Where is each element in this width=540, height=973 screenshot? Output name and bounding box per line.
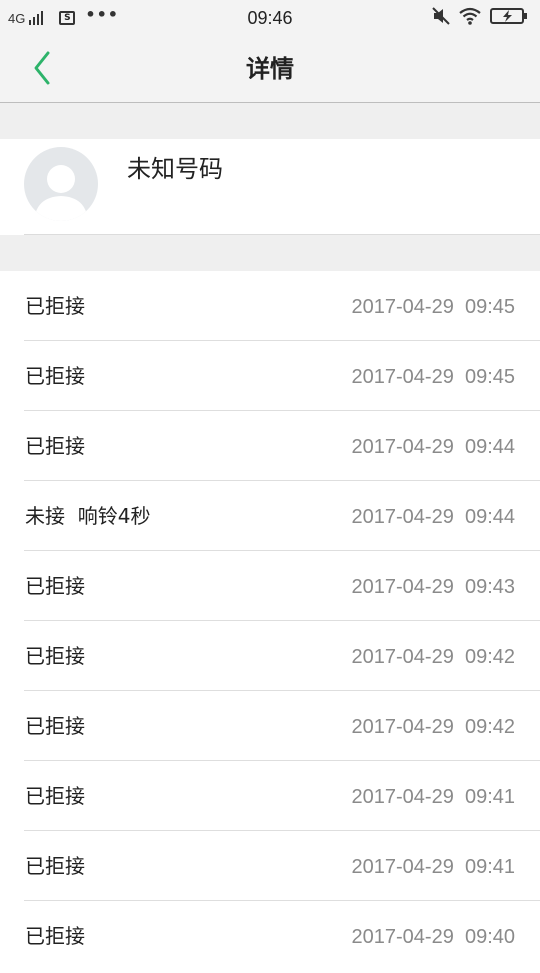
call-status: 已拒接 <box>25 714 85 738</box>
status-left-group: 4G S ••• <box>8 0 119 36</box>
contact-card: 未知号码 <box>0 139 540 235</box>
back-button[interactable] <box>22 48 62 88</box>
call-log-row[interactable]: 已拒接 2017-04-29 09:45 <box>0 271 540 341</box>
section-gap <box>0 103 540 139</box>
call-status: 已拒接 <box>25 784 85 808</box>
call-datetime: 2017-04-29 09:41 <box>351 856 515 878</box>
app-header: 详情 <box>0 36 540 103</box>
page-title: 详情 <box>246 55 294 83</box>
chevron-left-icon <box>34 51 50 85</box>
wifi-icon <box>458 7 482 29</box>
call-log-row[interactable]: 已拒接 2017-04-29 09:42 <box>0 621 540 691</box>
call-log-row[interactable]: 已拒接 2017-04-29 09:44 <box>0 411 540 481</box>
call-log-row[interactable]: 已拒接 2017-04-29 09:41 <box>0 831 540 901</box>
call-status: 已拒接 <box>25 644 85 668</box>
call-log-row[interactable]: 已拒接 2017-04-29 09:40 <box>0 901 540 971</box>
avatar <box>24 147 98 221</box>
signal-strength-icon <box>29 11 44 25</box>
call-status: 已拒接 <box>25 574 85 598</box>
call-log-row[interactable]: 已拒接 2017-04-29 09:42 <box>0 691 540 761</box>
call-datetime: 2017-04-29 09:42 <box>351 646 515 668</box>
call-log-row[interactable]: 未接 响铃4秒 2017-04-29 09:44 <box>0 481 540 551</box>
call-datetime: 2017-04-29 09:41 <box>351 786 515 808</box>
call-datetime: 2017-04-29 09:44 <box>351 436 515 458</box>
mute-icon <box>432 7 450 29</box>
status-right-group <box>432 0 528 36</box>
call-log-row[interactable]: 已拒接 2017-04-29 09:41 <box>0 761 540 831</box>
call-datetime: 2017-04-29 09:45 <box>351 296 515 318</box>
call-datetime: 2017-04-29 09:43 <box>351 576 515 598</box>
call-datetime: 2017-04-29 09:40 <box>351 926 515 948</box>
more-notifications-icon: ••• <box>85 5 120 24</box>
call-status: 已拒接 <box>25 294 85 318</box>
call-status: 未接 响铃4秒 <box>25 504 151 528</box>
call-datetime: 2017-04-29 09:45 <box>351 366 515 388</box>
network-type: 4G <box>8 10 26 26</box>
call-log-list: 已拒接 2017-04-29 09:45 已拒接 2017-04-29 09:4… <box>0 271 540 971</box>
call-datetime: 2017-04-29 09:42 <box>351 716 515 738</box>
contact-name: 未知号码 <box>127 155 223 183</box>
call-status: 已拒接 <box>25 924 85 948</box>
sim-card-icon: S <box>59 11 76 25</box>
section-gap <box>0 235 540 271</box>
call-status: 已拒接 <box>25 364 85 388</box>
call-log-row[interactable]: 已拒接 2017-04-29 09:43 <box>0 551 540 621</box>
call-status: 已拒接 <box>25 854 85 878</box>
person-icon <box>34 165 88 221</box>
call-status: 已拒接 <box>25 434 85 458</box>
battery-charging-icon <box>490 7 528 29</box>
call-datetime: 2017-04-29 09:44 <box>351 506 515 528</box>
call-log-row[interactable]: 已拒接 2017-04-29 09:45 <box>0 341 540 411</box>
status-bar: 09:46 4G S ••• <box>0 0 540 36</box>
